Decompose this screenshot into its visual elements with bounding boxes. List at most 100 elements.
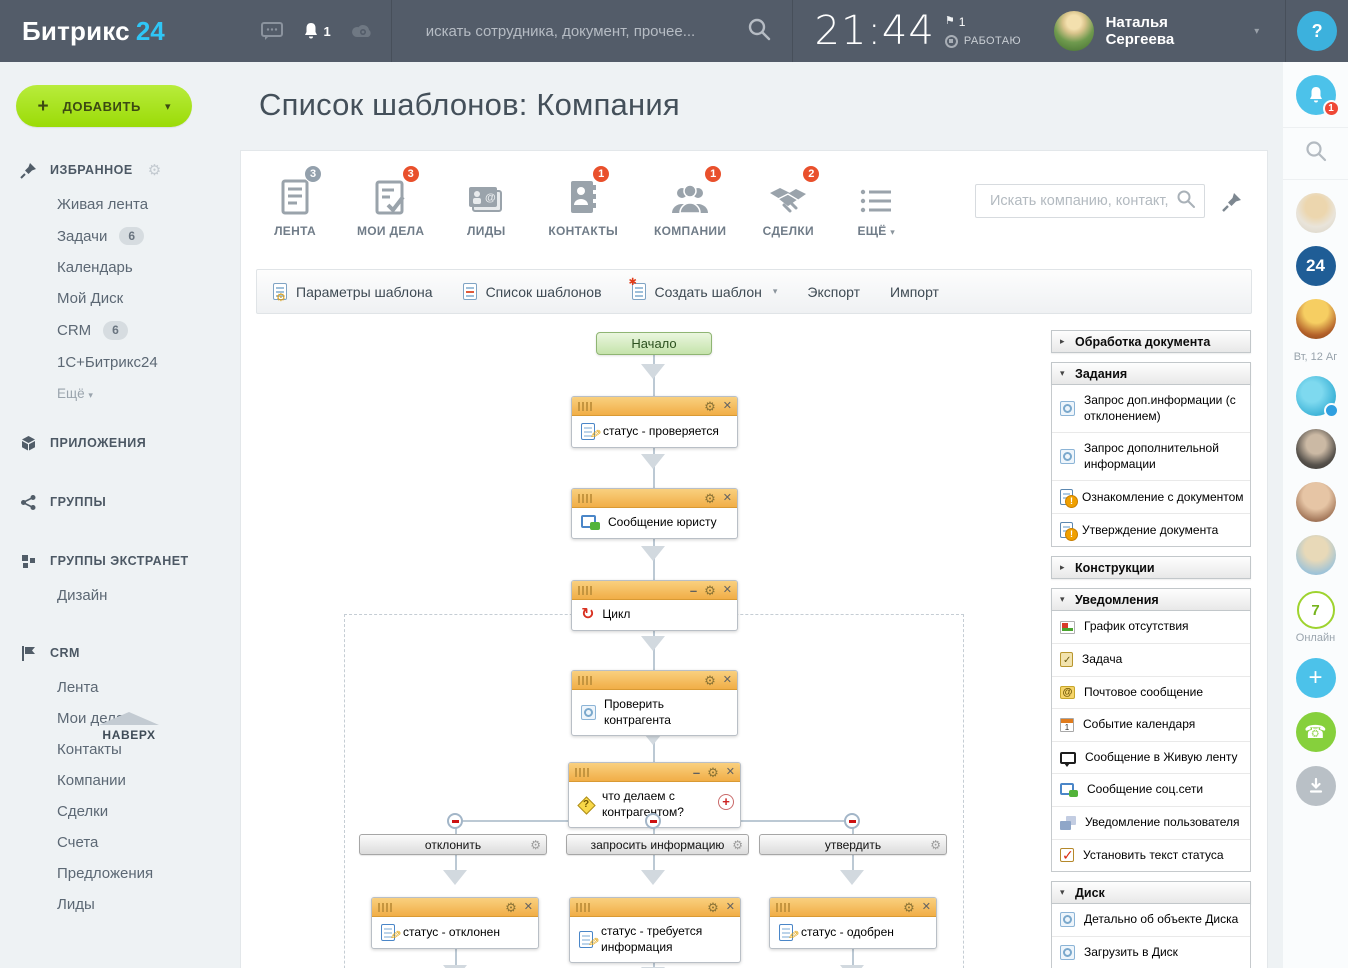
action-request-extra-info-reject[interactable]: Запрос доп.информации (с отклонением) [1052, 385, 1250, 433]
drag-grip[interactable] [578, 494, 593, 503]
call-button[interactable]: ☎ [1296, 712, 1336, 752]
recent-chat-avatar[interactable] [1296, 429, 1336, 469]
action-social-message[interactable]: Сообщение соц.сети [1052, 774, 1250, 807]
group-notifications[interactable]: ▾ Уведомления [1051, 588, 1251, 611]
close-icon[interactable]: ✕ [524, 902, 533, 913]
apps-section-header[interactable]: ПРИЛОЖЕНИЯ [0, 427, 240, 460]
sidebar-item-my-disk[interactable]: Мой Диск [0, 283, 240, 314]
back-to-top-button[interactable]: НАВЕРХ [64, 712, 194, 742]
action-email[interactable]: @Почтовое сообщение [1052, 677, 1250, 710]
action-review-document[interactable]: Ознакомление с документом [1052, 481, 1250, 514]
favorites-section-header[interactable]: ИЗБРАННОЕ ⚙ [0, 153, 240, 187]
groups-section-header[interactable]: ГРУППЫ [0, 486, 240, 519]
branch-reject[interactable]: отклонить ⚙ [359, 834, 547, 855]
drag-grip[interactable] [576, 903, 591, 912]
tab-my-activities[interactable]: 3 МОИ ДЕЛА [357, 173, 424, 238]
gear-icon[interactable]: ⚙ [530, 838, 541, 852]
search-icon[interactable] [1176, 189, 1196, 214]
recent-chat-avatar[interactable] [1296, 299, 1336, 339]
remove-branch-button[interactable] [447, 813, 463, 829]
pin-icon[interactable] [1221, 191, 1243, 218]
recent-chat-avatar[interactable] [1296, 193, 1336, 233]
gear-icon[interactable]: ⚙ [732, 838, 743, 852]
global-search-input[interactable] [424, 22, 738, 41]
minimize-icon[interactable]: – [693, 766, 700, 779]
import-button[interactable]: Импорт [890, 284, 939, 300]
minimize-icon[interactable]: – [690, 584, 697, 597]
crm-section-header[interactable]: CRM [0, 637, 240, 670]
action-absence-chart[interactable]: График отсутствия [1052, 611, 1250, 644]
gear-icon[interactable]: ⚙ [148, 161, 161, 179]
sidebar-item-live-feed[interactable]: Живая лента [0, 189, 240, 220]
drag-grip[interactable] [575, 768, 590, 777]
create-template-button[interactable]: ✱ Создать шаблон ▾ [632, 283, 778, 300]
recent-chat-avatar[interactable] [1296, 376, 1336, 416]
remove-branch-button[interactable] [645, 813, 661, 829]
action-disk-object-details[interactable]: Детально об объекте Диска [1052, 904, 1250, 937]
add-branch-button[interactable]: + [718, 794, 734, 810]
close-icon[interactable]: ✕ [723, 675, 732, 686]
gear-icon[interactable]: ⚙ [930, 838, 941, 852]
sidebar-item-calendar[interactable]: Календарь [0, 252, 240, 283]
help-button[interactable]: ? [1297, 11, 1337, 51]
gear-icon[interactable]: ⚙ [704, 584, 716, 597]
close-icon[interactable]: ✕ [726, 902, 735, 913]
tab-more[interactable]: ЕЩЁ ▾ [850, 173, 902, 238]
drag-grip[interactable] [578, 402, 593, 411]
action-set-status-text[interactable]: Установить текст статуса [1052, 840, 1250, 872]
export-button[interactable]: Экспорт [807, 284, 860, 300]
sidebar-item-crm[interactable]: CRM6 [0, 314, 240, 346]
template-list-button[interactable]: Список шаблонов [463, 283, 602, 300]
work-status-button[interactable]: РАБОТАЮ [945, 35, 1021, 48]
action-feed-message[interactable]: Сообщение в Живую ленту [1052, 742, 1250, 775]
workflow-block-loop[interactable]: –⚙✕ ↻ Цикл [571, 580, 738, 631]
gear-icon[interactable]: ⚙ [707, 901, 719, 914]
rail-search-button[interactable] [1304, 139, 1328, 168]
gear-icon[interactable]: ⚙ [505, 901, 517, 914]
action-upload-to-disk[interactable]: Загрузить в Диск [1052, 937, 1250, 968]
sidebar-item-1c-bitrix24[interactable]: 1С+Битрикс24 [0, 347, 240, 378]
notifications-button[interactable]: 1 [1296, 75, 1336, 115]
sidebar-item-crm-companies[interactable]: Компании [0, 765, 240, 796]
drag-grip[interactable] [378, 903, 393, 912]
workflow-block-check-counterparty[interactable]: ⚙✕ Проверить контрагента [571, 670, 738, 736]
action-request-extra-info[interactable]: Запрос дополнительной информации [1052, 433, 1250, 481]
sidebar-item-crm-leads[interactable]: Лиды [0, 889, 240, 920]
group-document-processing[interactable]: ▸ Обработка документа [1051, 330, 1251, 353]
group-constructions[interactable]: ▸ Конструкции [1051, 556, 1251, 579]
chat-icon[interactable] [261, 22, 283, 40]
branch-approve[interactable]: утвердить ⚙ [759, 834, 947, 855]
sidebar-item-crm-feed[interactable]: Лента [0, 672, 240, 703]
action-approve-document[interactable]: Утверждение документа [1052, 514, 1250, 546]
tab-companies[interactable]: 1 КОМПАНИИ [654, 173, 726, 238]
online-counter[interactable]: 7 [1297, 591, 1335, 629]
group-tasks[interactable]: ▾ Задания [1051, 362, 1251, 385]
drag-grip[interactable] [776, 903, 791, 912]
group-disk[interactable]: ▾ Диск [1051, 881, 1251, 904]
search-icon[interactable] [746, 16, 772, 47]
gear-icon[interactable]: ⚙ [707, 766, 719, 779]
sidebar-item-crm-invoices[interactable]: Счета [0, 827, 240, 858]
workflow-block-status-rejected[interactable]: ⚙✕ статус - отклонен [371, 897, 539, 949]
add-button[interactable]: + ДОБАВИТЬ ▾ [16, 85, 192, 127]
crm-search-input[interactable] [988, 192, 1176, 210]
download-app-button[interactable] [1296, 766, 1336, 806]
sidebar-item-crm-deals[interactable]: Сделки [0, 796, 240, 827]
close-icon[interactable]: ✕ [922, 902, 931, 913]
workflow-block-status-check[interactable]: ⚙✕ статус - проверяется [571, 396, 738, 448]
user-menu[interactable]: Наталья Сергеева ▾ [1054, 0, 1286, 62]
close-icon[interactable]: ✕ [723, 585, 732, 596]
bitrix24-chat-badge[interactable]: 24 [1296, 246, 1336, 286]
sidebar-item-tasks[interactable]: Задачи6 [0, 220, 240, 252]
gear-icon[interactable]: ⚙ [704, 400, 716, 413]
drag-grip[interactable] [578, 586, 593, 595]
tab-leads[interactable]: @ ЛИДЫ [460, 173, 512, 238]
recent-chat-avatar[interactable] [1296, 535, 1336, 575]
remove-branch-button[interactable] [844, 813, 860, 829]
gear-icon[interactable]: ⚙ [704, 492, 716, 505]
sidebar-more-link[interactable]: Ещё ▾ [0, 378, 240, 401]
workflow-block-message-lawyer[interactable]: ⚙✕ Сообщение юристу [571, 488, 738, 539]
gear-icon[interactable]: ⚙ [903, 901, 915, 914]
close-icon[interactable]: ✕ [726, 767, 735, 778]
drag-grip[interactable] [578, 676, 593, 685]
